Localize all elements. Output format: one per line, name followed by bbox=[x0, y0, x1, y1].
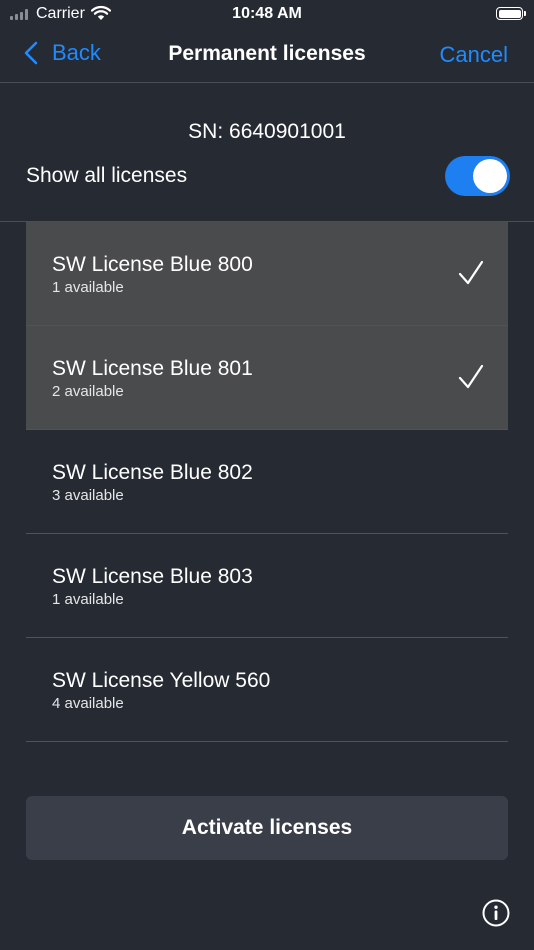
status-time: 10:48 AM bbox=[232, 5, 302, 22]
license-name: SW License Blue 801 bbox=[52, 357, 253, 380]
header-section: SN: 6640901001 Show all licenses bbox=[0, 83, 534, 222]
screen: Carrier 10:48 AM Back Permanent licenses… bbox=[0, 0, 534, 950]
license-row[interactable]: SW License Yellow 560 4 available bbox=[26, 638, 508, 742]
navigation-bar: Back Permanent licenses Cancel bbox=[0, 28, 534, 83]
status-bar: Carrier 10:48 AM bbox=[0, 0, 534, 28]
license-availability: 1 available bbox=[52, 591, 124, 608]
license-name: SW License Yellow 560 bbox=[52, 669, 271, 692]
license-list[interactable]: SW License Blue 800 1 available SW Licen… bbox=[26, 222, 508, 766]
activate-licenses-button[interactable]: Activate licenses bbox=[26, 796, 508, 860]
license-availability: 4 available bbox=[52, 695, 124, 712]
license-name: SW License Blue 802 bbox=[52, 461, 253, 484]
license-row[interactable]: SW License Blue 802 3 available bbox=[26, 430, 508, 534]
serial-number: SN: 6640901001 bbox=[188, 120, 346, 143]
license-row[interactable]: SW License Blue 803 1 available bbox=[26, 534, 508, 638]
info-icon[interactable] bbox=[482, 899, 510, 927]
checkmark-icon bbox=[458, 260, 484, 285]
license-availability: 3 available bbox=[52, 487, 124, 504]
license-name: SW License Blue 803 bbox=[52, 565, 253, 588]
show-all-label: Show all licenses bbox=[26, 164, 188, 187]
license-availability: 1 available bbox=[52, 279, 124, 296]
battery-icon bbox=[496, 7, 526, 20]
show-all-toggle[interactable] bbox=[445, 156, 510, 196]
license-row[interactable]: SW License Blue 801 2 available bbox=[26, 326, 508, 430]
cancel-button[interactable]: Cancel bbox=[440, 42, 508, 68]
license-name: SW License Blue 800 bbox=[52, 253, 253, 276]
toggle-knob bbox=[473, 159, 507, 193]
license-row[interactable]: SW License Blue 800 1 available bbox=[26, 222, 508, 326]
checkmark-icon bbox=[458, 364, 484, 389]
license-availability: 2 available bbox=[52, 383, 124, 400]
